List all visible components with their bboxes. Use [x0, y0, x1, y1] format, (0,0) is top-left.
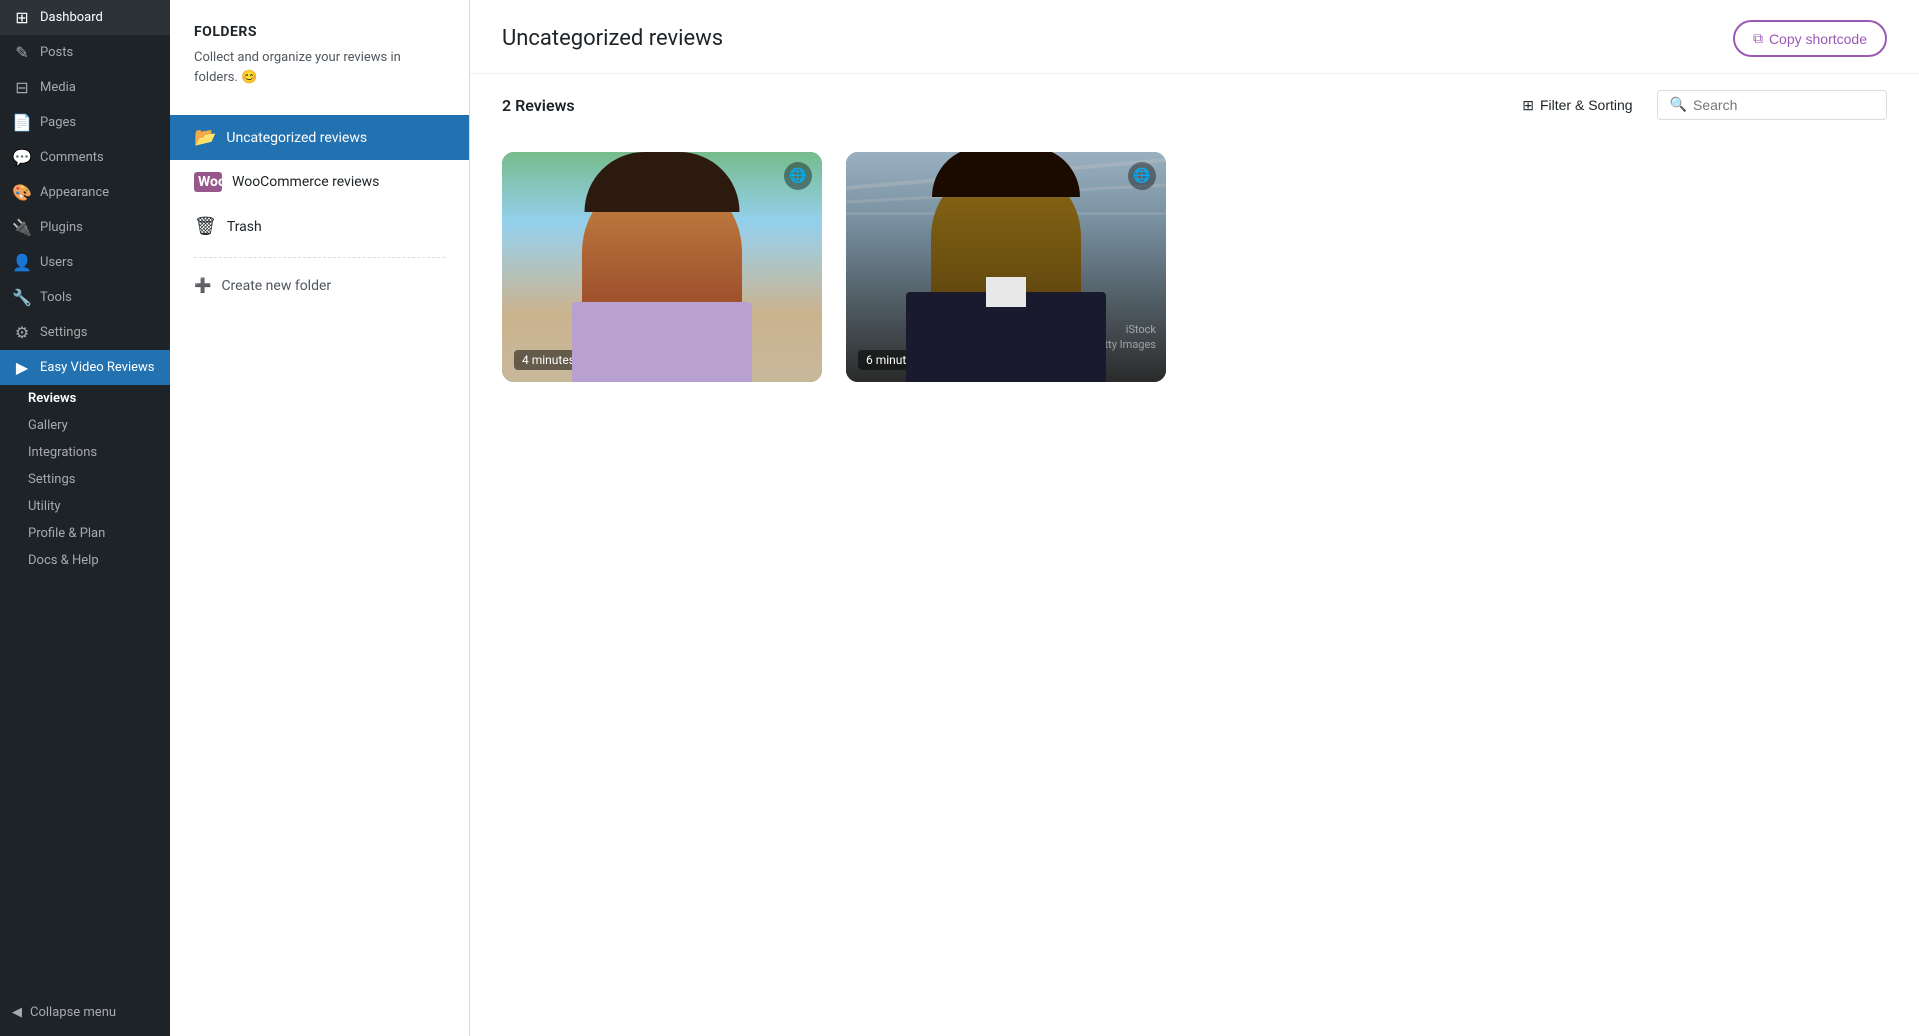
- sidebar-item-settings[interactable]: ⚙ Settings: [0, 315, 170, 350]
- folder-list: 📂 Uncategorized reviews Woo WooCommerce …: [170, 115, 469, 306]
- create-folder-icon: ➕: [194, 278, 211, 294]
- sidebar-item-plugins[interactable]: 🔌 Plugins: [0, 210, 170, 245]
- collapse-menu[interactable]: ◀ Collapse menu: [0, 997, 170, 1028]
- reviews-toolbar: 2 Reviews ⊞ Filter & Sorting 🔍: [470, 74, 1919, 136]
- easy-video-reviews-icon: ▶: [12, 358, 32, 377]
- folder-item-trash[interactable]: 🗑 Trash: [170, 204, 469, 249]
- create-new-folder[interactable]: ➕ Create new folder: [170, 266, 469, 306]
- settings-icon: ⚙: [12, 323, 32, 342]
- folders-panel: FOLDERS Collect and organize your review…: [170, 0, 470, 1036]
- plugins-icon: 🔌: [12, 218, 32, 237]
- dashboard-icon: ⊞: [12, 8, 32, 27]
- filter-sorting-button[interactable]: ⊞ Filter & Sorting: [1522, 97, 1632, 114]
- appearance-icon: 🎨: [12, 183, 32, 202]
- comments-icon: 💬: [12, 148, 32, 167]
- sidebar-item-pages[interactable]: 📄 Pages: [0, 105, 170, 140]
- video-card-2[interactable]: 🌐 ▶ 6 minutes ago iStockby Getty Images: [846, 152, 1166, 382]
- folder-uncategorized-icon: 📂: [194, 127, 216, 148]
- folder-woocommerce-icon: Woo: [194, 172, 222, 192]
- posts-icon: ✎: [12, 43, 32, 62]
- sidebar-item-users[interactable]: 👤 Users: [0, 245, 170, 280]
- toolbar-right: ⊞ Filter & Sorting 🔍: [1522, 90, 1887, 120]
- sidebar-sub-reviews[interactable]: Reviews: [0, 385, 170, 412]
- folders-description: Collect and organize your reviews in fol…: [194, 48, 445, 87]
- video-card-1[interactable]: 🌐 ▶ 4 minutes ago: [502, 152, 822, 382]
- folder-item-uncategorized[interactable]: 📂 Uncategorized reviews: [170, 115, 469, 160]
- sidebar-item-easy-video-reviews[interactable]: ▶ Easy Video Reviews: [0, 350, 170, 385]
- search-input[interactable]: [1693, 97, 1874, 113]
- video-thumbnail-1: [502, 152, 822, 382]
- search-icon: 🔍: [1670, 97, 1687, 113]
- trash-icon: 🗑: [194, 216, 217, 237]
- reviews-count: 2 Reviews: [502, 96, 575, 115]
- folders-title: FOLDERS: [194, 24, 445, 40]
- sidebar-sub-integrations[interactable]: Integrations: [0, 439, 170, 466]
- collapse-icon: ◀: [12, 1005, 22, 1020]
- folder-item-woocommerce[interactable]: Woo WooCommerce reviews: [170, 160, 469, 204]
- main-header: Uncategorized reviews ⧉ Copy shortcode: [470, 0, 1919, 74]
- sidebar-item-media[interactable]: ⊟ Media: [0, 70, 170, 105]
- video-globe-icon-1: 🌐: [784, 162, 812, 190]
- sidebar-item-dashboard[interactable]: ⊞ Dashboard: [0, 0, 170, 35]
- sidebar-sub-gallery[interactable]: Gallery: [0, 412, 170, 439]
- pages-icon: 📄: [12, 113, 32, 132]
- main-title: Uncategorized reviews: [502, 26, 723, 51]
- search-box: 🔍: [1657, 90, 1887, 120]
- media-icon: ⊟: [12, 78, 32, 97]
- sidebar-sub-utility[interactable]: Utility: [0, 493, 170, 520]
- main-content: Uncategorized reviews ⧉ Copy shortcode 2…: [470, 0, 1919, 1036]
- sidebar-item-posts[interactable]: ✎ Posts: [0, 35, 170, 70]
- sidebar-item-comments[interactable]: 💬 Comments: [0, 140, 170, 175]
- folders-header: FOLDERS Collect and organize your review…: [170, 24, 469, 95]
- sidebar-sub-settings[interactable]: Settings: [0, 466, 170, 493]
- video-grid: 🌐 ▶ 4 minutes ago 🌐: [470, 136, 1919, 414]
- sidebar-item-tools[interactable]: 🔧 Tools: [0, 280, 170, 315]
- sidebar-item-appearance[interactable]: 🎨 Appearance: [0, 175, 170, 210]
- sidebar-sub-docs-help[interactable]: Docs & Help: [0, 547, 170, 574]
- users-icon: 👤: [12, 253, 32, 272]
- copy-shortcode-button[interactable]: ⧉ Copy shortcode: [1733, 20, 1887, 57]
- video-globe-icon-2: 🌐: [1128, 162, 1156, 190]
- tools-icon: 🔧: [12, 288, 32, 307]
- sidebar: ⊞ Dashboard ✎ Posts ⊟ Media 📄 Pages 💬 Co…: [0, 0, 170, 1036]
- sidebar-sub-profile-plan[interactable]: Profile & Plan: [0, 520, 170, 547]
- filter-icon: ⊞: [1522, 97, 1534, 114]
- copy-icon: ⧉: [1753, 30, 1763, 47]
- folder-divider: [194, 257, 445, 258]
